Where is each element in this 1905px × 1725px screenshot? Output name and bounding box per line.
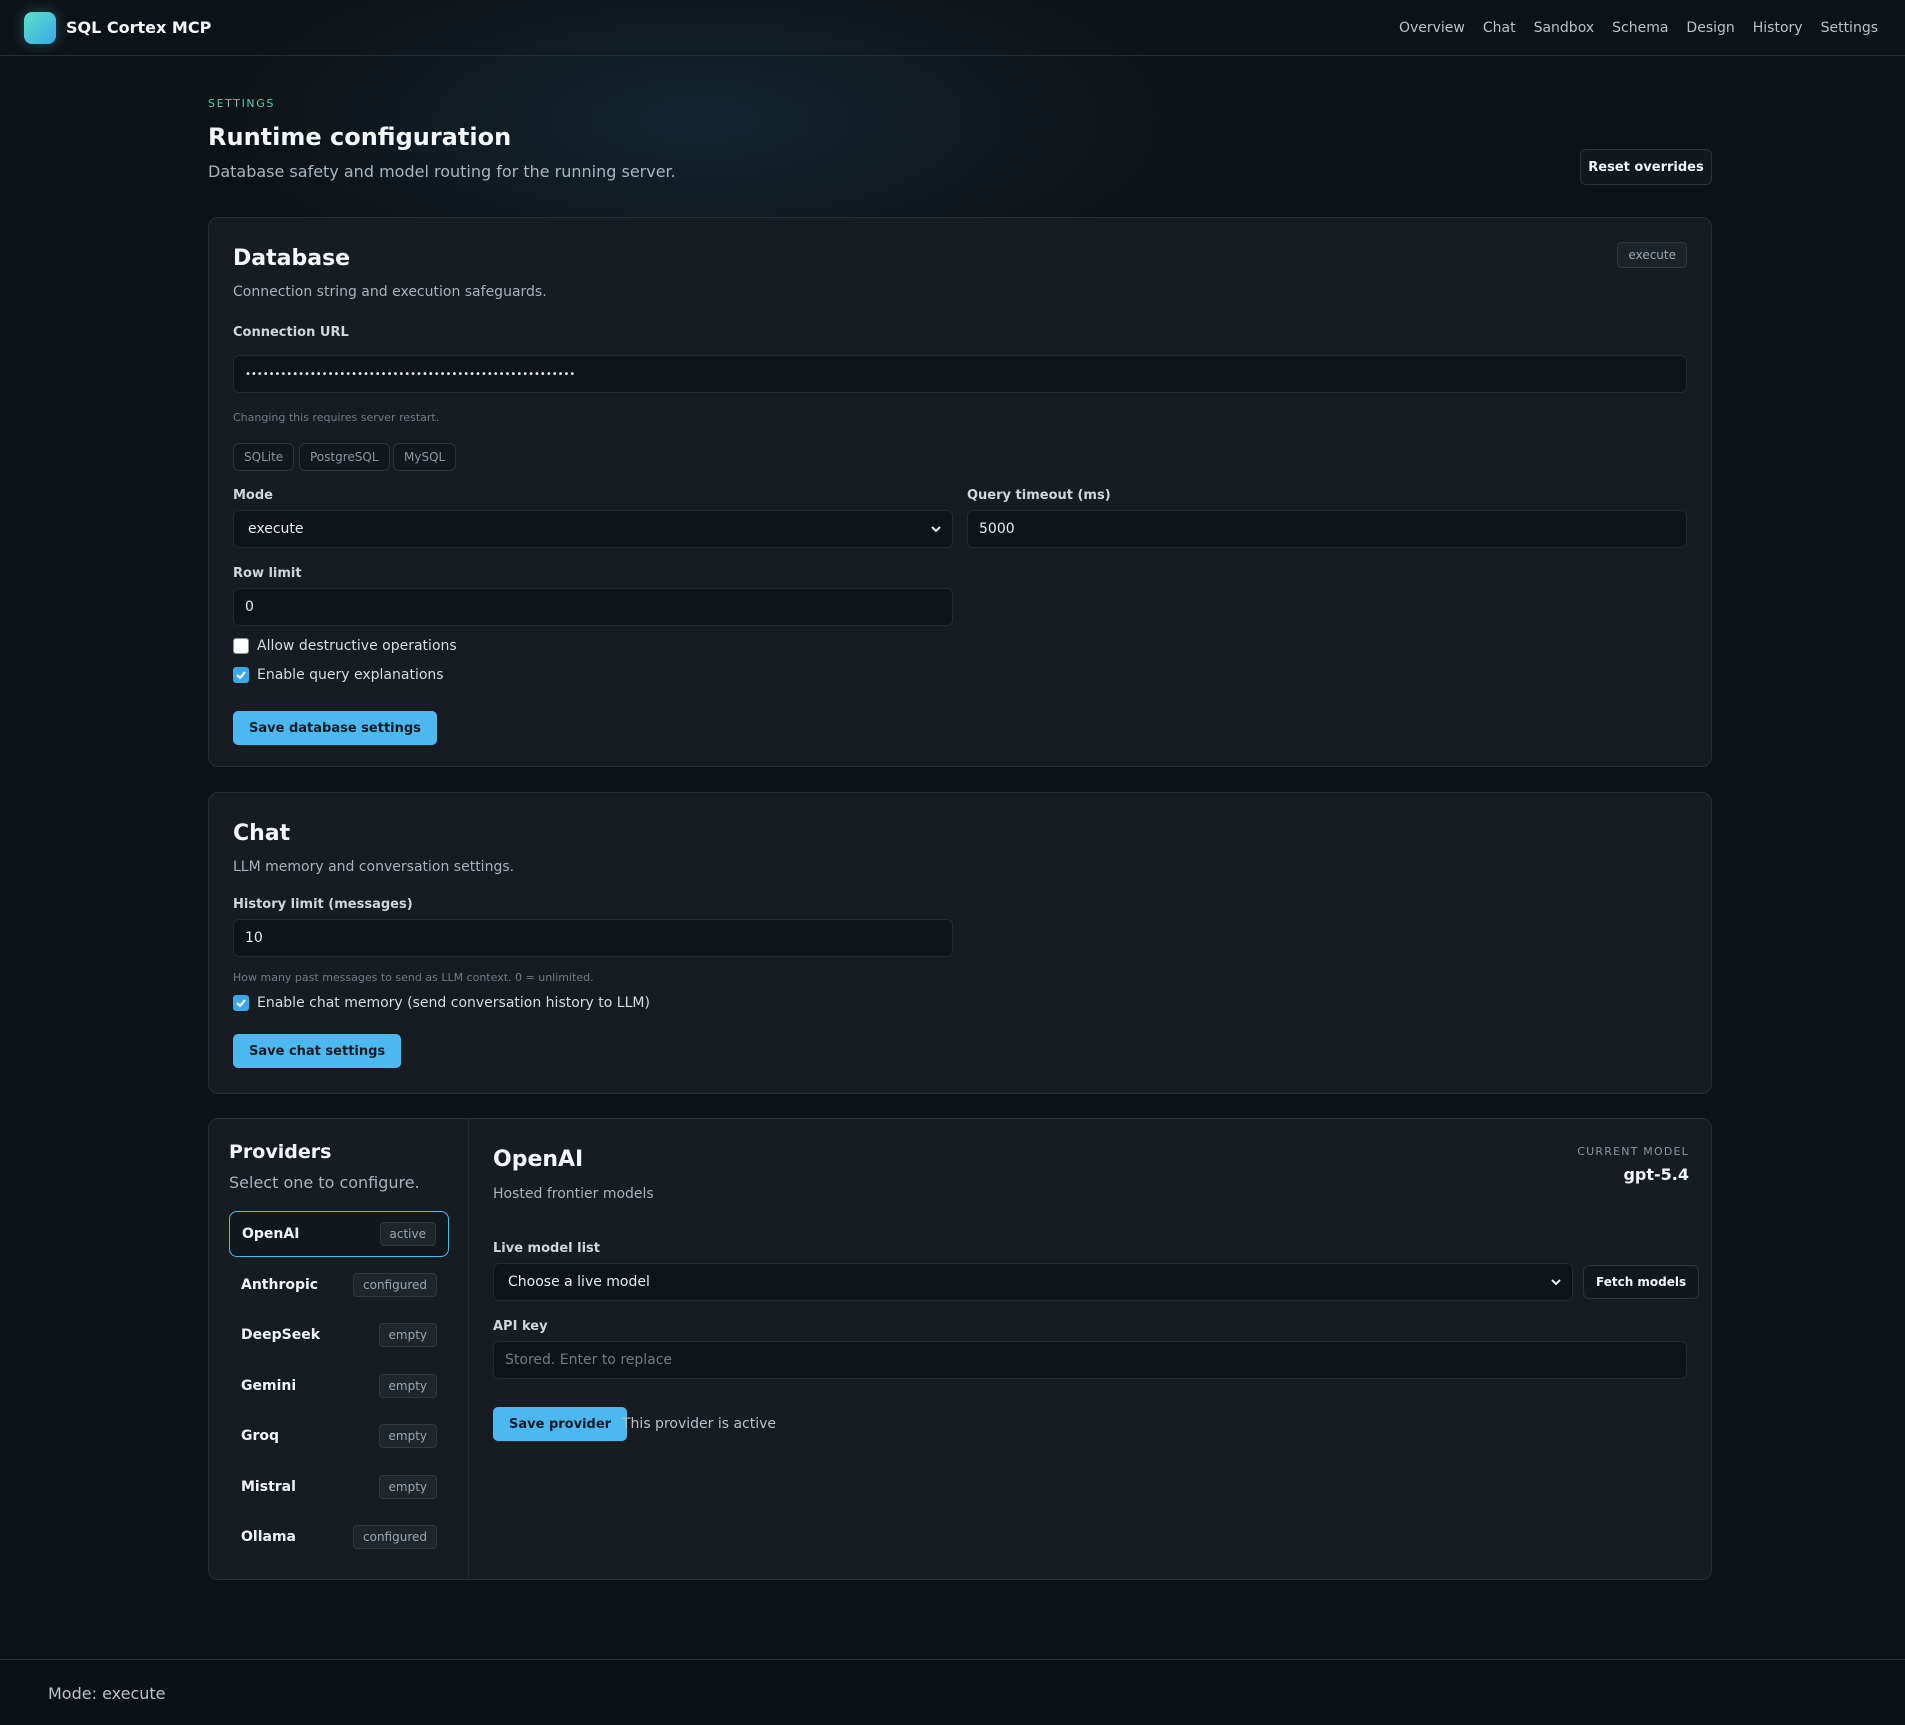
footer-mode-text: Mode: execute	[48, 1684, 166, 1703]
api-key-placeholder: Stored. Enter to replace	[505, 1352, 673, 1368]
live-model-select-value: Choose a live model	[508, 1274, 650, 1290]
provider-name: Groq	[241, 1428, 280, 1444]
provider-status-badge: configured	[353, 1273, 437, 1297]
chevron-down-icon	[1551, 1279, 1561, 1286]
live-model-select[interactable]: Choose a live model	[493, 1263, 1573, 1301]
chat-memory-label: Enable chat memory (send conversation hi…	[257, 995, 650, 1011]
reset-overrides-button[interactable]: Reset overrides	[1580, 149, 1712, 185]
row-limit-value: 0	[245, 599, 254, 615]
provider-detail-panel: OpenAI Hosted frontier models CURRENT MO…	[469, 1119, 1713, 1579]
nav-overview[interactable]: Overview	[1390, 20, 1474, 36]
chat-memory-checkbox[interactable]	[233, 995, 249, 1011]
provider-item-openai[interactable]: OpenAI active	[229, 1211, 449, 1257]
mode-label: Mode	[233, 488, 273, 503]
mode-select[interactable]: execute	[233, 510, 953, 548]
save-chat-settings-button[interactable]: Save chat settings	[233, 1034, 402, 1068]
preset-mysql-chip[interactable]: MySQL	[393, 443, 457, 471]
history-limit-hint: How many past messages to send as LLM co…	[233, 971, 594, 984]
fetch-models-button[interactable]: Fetch models	[1583, 1265, 1700, 1299]
chevron-down-icon	[931, 526, 941, 533]
provider-item-gemini[interactable]: Gemini empty	[229, 1363, 449, 1409]
query-timeout-input[interactable]: 5000	[967, 510, 1687, 548]
page-subtitle: Database safety and model routing for th…	[208, 162, 676, 181]
connection-url-label: Connection URL	[233, 325, 349, 340]
provider-status-badge: empty	[378, 1475, 437, 1499]
query-timeout-label: Query timeout (ms)	[967, 488, 1111, 503]
live-model-list-label: Live model list	[493, 1241, 601, 1256]
provider-name: DeepSeek	[241, 1327, 321, 1343]
database-card: Database Connection string and execution…	[208, 217, 1712, 767]
main-nav: Overview Chat Sandbox Schema Design Hist…	[1390, 20, 1887, 36]
page-eyebrow: SETTINGS	[208, 97, 275, 110]
history-limit-input[interactable]: 10	[233, 919, 953, 957]
allow-destructive-label: Allow destructive operations	[257, 638, 457, 654]
history-limit-label: History limit (messages)	[233, 897, 413, 912]
connection-url-value: ••••••••••••••••••••••••••••••••••••••••…	[245, 368, 576, 380]
api-key-label: API key	[493, 1319, 548, 1334]
nav-history[interactable]: History	[1744, 20, 1812, 36]
footer-status-bar: Mode: execute	[0, 1659, 1905, 1725]
provider-item-ollama[interactable]: Ollama configured	[229, 1514, 449, 1560]
provider-item-mistral[interactable]: Mistral empty	[229, 1464, 449, 1510]
provider-name: Anthropic	[241, 1277, 319, 1293]
provider-status-badge: empty	[378, 1323, 437, 1347]
query-explanations-label: Enable query explanations	[257, 667, 444, 683]
provider-item-groq[interactable]: Groq empty	[229, 1413, 449, 1459]
history-limit-value: 10	[245, 930, 263, 946]
provider-item-deepseek[interactable]: DeepSeek empty	[229, 1312, 449, 1358]
save-provider-button[interactable]: Save provider	[493, 1407, 628, 1441]
preset-sqlite-chip[interactable]: SQLite	[233, 443, 295, 471]
provider-name: Gemini	[241, 1378, 297, 1394]
brand-name: SQL Cortex MCP	[66, 18, 212, 37]
nav-sandbox[interactable]: Sandbox	[1525, 20, 1604, 36]
allow-destructive-row[interactable]: Allow destructive operations	[233, 638, 457, 654]
provider-status-text: This provider is active	[622, 1416, 777, 1432]
provider-item-anthropic[interactable]: Anthropic configured	[229, 1262, 449, 1308]
query-explanations-row[interactable]: Enable query explanations	[233, 667, 444, 683]
brand-logo-icon	[24, 11, 56, 44]
chat-card: Chat LLM memory and conversation setting…	[208, 792, 1712, 1094]
query-explanations-checkbox[interactable]	[233, 667, 249, 683]
current-model-label: CURRENT MODEL	[1577, 1145, 1689, 1158]
top-navbar: SQL Cortex MCP Overview Chat Sandbox Sch…	[0, 0, 1905, 56]
checkmark-icon	[236, 999, 246, 1008]
save-database-settings-button[interactable]: Save database settings	[233, 711, 437, 745]
connection-url-hint: Changing this requires server restart.	[233, 411, 440, 424]
database-title: Database	[233, 246, 351, 271]
provider-name: Mistral	[241, 1479, 296, 1495]
allow-destructive-checkbox[interactable]	[233, 638, 249, 654]
database-subtitle: Connection string and execution safeguar…	[233, 284, 547, 300]
providers-card: Providers Select one to configure. OpenA…	[208, 1118, 1712, 1580]
page-title: Runtime configuration	[208, 123, 512, 151]
mode-badge: execute	[1617, 242, 1687, 268]
provider-status-badge: configured	[353, 1525, 437, 1549]
checkmark-icon	[236, 671, 246, 680]
row-limit-label: Row limit	[233, 566, 302, 581]
chat-subtitle: LLM memory and conversation settings.	[233, 859, 515, 875]
provider-detail-title: OpenAI	[493, 1147, 584, 1172]
brand[interactable]: SQL Cortex MCP	[24, 11, 212, 44]
nav-design[interactable]: Design	[1677, 20, 1743, 36]
provider-name: OpenAI	[242, 1226, 300, 1242]
provider-detail-description: Hosted frontier models	[493, 1186, 654, 1202]
query-timeout-value: 5000	[979, 521, 1015, 537]
provider-status-badge: active	[379, 1222, 436, 1246]
chat-memory-row[interactable]: Enable chat memory (send conversation hi…	[233, 995, 650, 1011]
providers-title: Providers	[229, 1141, 332, 1163]
connection-url-input[interactable]: ••••••••••••••••••••••••••••••••••••••••…	[233, 355, 1687, 393]
providers-subtitle: Select one to configure.	[229, 1173, 420, 1192]
api-key-input[interactable]: Stored. Enter to replace	[493, 1341, 1687, 1379]
provider-status-badge: empty	[378, 1424, 437, 1448]
chat-title: Chat	[233, 821, 291, 846]
mode-select-value: execute	[248, 521, 304, 537]
row-limit-input[interactable]: 0	[233, 588, 953, 626]
nav-chat[interactable]: Chat	[1474, 20, 1525, 36]
current-model-value: gpt-5.4	[1623, 1165, 1689, 1184]
providers-list-panel: Providers Select one to configure. OpenA…	[209, 1119, 469, 1579]
preset-postgresql-chip[interactable]: PostgreSQL	[299, 443, 390, 471]
nav-schema[interactable]: Schema	[1603, 20, 1677, 36]
provider-status-badge: empty	[378, 1374, 437, 1398]
nav-settings[interactable]: Settings	[1812, 20, 1887, 36]
provider-name: Ollama	[241, 1529, 296, 1545]
